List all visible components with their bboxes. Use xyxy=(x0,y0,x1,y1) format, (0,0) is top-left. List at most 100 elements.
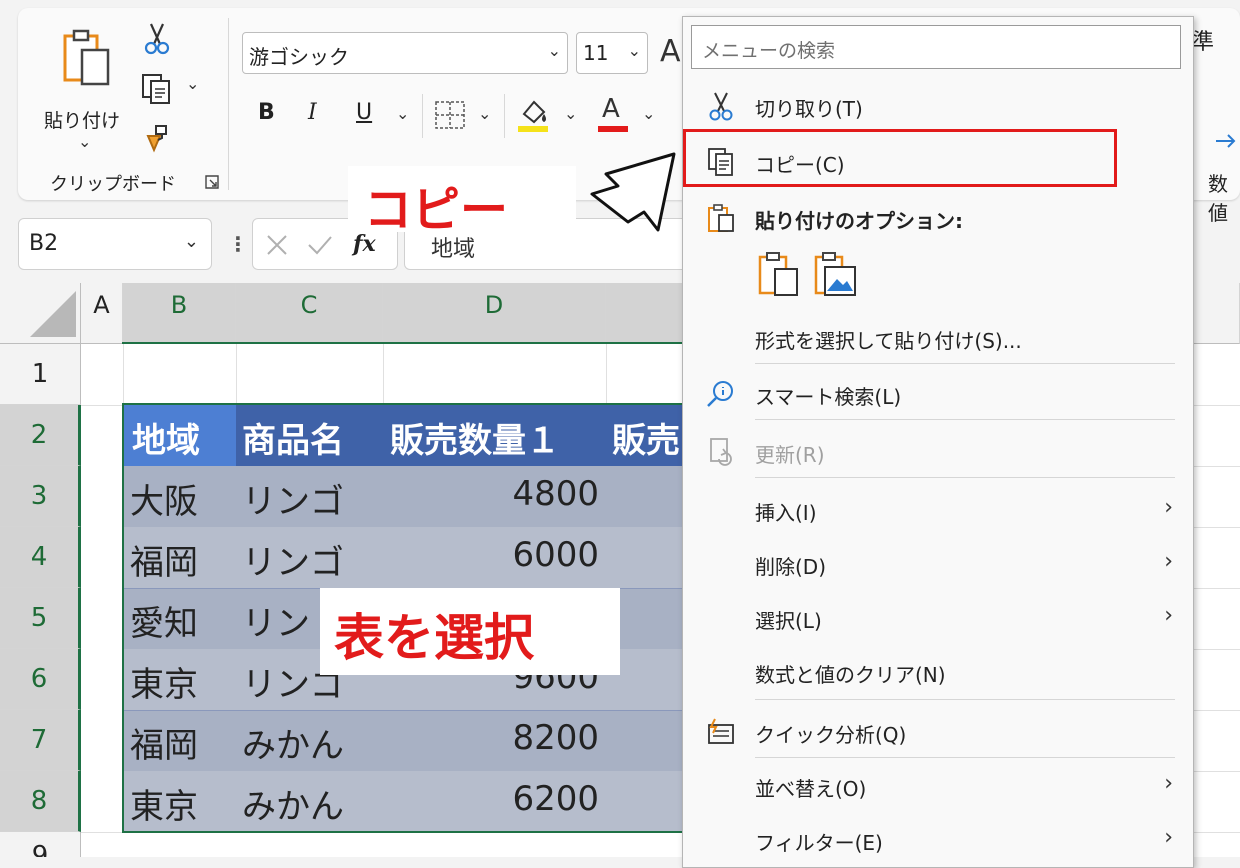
select-all-icon xyxy=(30,291,76,337)
refresh-icon xyxy=(710,438,732,466)
paste-options-icon xyxy=(708,204,734,232)
column-header-b[interactable]: B xyxy=(123,283,236,344)
fill-color-icon[interactable] xyxy=(516,96,550,134)
column-header-next[interactable] xyxy=(1192,283,1240,344)
column-header-c[interactable]: C xyxy=(236,283,383,344)
row-header-5[interactable]: 5 xyxy=(0,588,81,649)
copy-icon[interactable] xyxy=(140,72,174,106)
cell-product: リン xyxy=(242,604,310,644)
context-menu: メニューの検索 切り取り(T) コピー(C) 貼り付けのオプション: 形式を選択… xyxy=(682,16,1194,868)
font-size-value: 11 xyxy=(583,41,609,65)
copy-callout-text: コピー xyxy=(364,182,509,238)
cell-region: 東京 xyxy=(130,665,198,705)
paste-button-icon[interactable] xyxy=(757,251,801,297)
paste-chevron-icon[interactable]: ⌄ xyxy=(78,132,91,151)
menu-item-cut[interactable]: 切り取り(T) xyxy=(683,81,1193,129)
gridline xyxy=(1192,771,1240,772)
font-color-button[interactable]: A xyxy=(602,94,620,124)
menu-item-clear-contents[interactable]: 数式と値のクリア(N) xyxy=(683,647,1193,695)
fill-color-dropdown-icon[interactable]: ⌄ xyxy=(564,104,577,123)
borders-dropdown-icon[interactable]: ⌄ xyxy=(478,104,491,123)
header-cell-product: 商品名 xyxy=(242,421,344,461)
chevron-down-icon: ⌄ xyxy=(183,231,199,252)
header-cell-qty1: 販売数量１ xyxy=(390,421,560,461)
menu-item-label: 挿入(I) xyxy=(755,501,817,525)
copy-highlight-box xyxy=(683,129,1117,187)
row-header-4[interactable]: 4 xyxy=(0,527,81,588)
row-header-3[interactable]: 3 xyxy=(0,466,81,527)
paste-button[interactable]: 貼り付け ⌄ xyxy=(40,22,128,152)
gridline xyxy=(123,344,124,405)
more-options-icon[interactable]: ⋮ xyxy=(228,232,248,256)
menu-separator xyxy=(755,363,1175,364)
name-box[interactable]: B2 ⌄ xyxy=(18,218,212,270)
italic-button[interactable]: I xyxy=(308,100,317,125)
number-group-label: 数値 xyxy=(1208,172,1228,225)
font-size-select[interactable]: 11 ⌄ xyxy=(576,32,648,74)
cut-icon[interactable] xyxy=(142,22,172,56)
pointer-arrow-icon xyxy=(590,152,676,232)
borders-icon[interactable] xyxy=(434,100,466,130)
quick-analysis-icon xyxy=(708,718,734,744)
row-header-6[interactable]: 6 xyxy=(0,649,81,710)
row-header-8[interactable]: 8 xyxy=(0,771,81,832)
gridline xyxy=(236,344,237,405)
row-header-9[interactable]: 9 xyxy=(0,832,81,857)
menu-item-label: 並べ替え(O) xyxy=(755,777,867,801)
cancel-icon[interactable] xyxy=(265,233,289,257)
header-cell-region: 地域 xyxy=(132,421,200,461)
submenu-arrow-icon: › xyxy=(1164,549,1173,574)
bold-button[interactable]: B xyxy=(258,100,275,125)
column-header-d[interactable]: D xyxy=(383,283,606,344)
cell-product: リンゴ xyxy=(242,482,344,522)
gridline xyxy=(1192,649,1240,650)
cell-region: 東京 xyxy=(130,787,198,827)
gridline xyxy=(1192,710,1240,711)
copy-callout-box: コピー xyxy=(348,166,576,238)
submenu-arrow-icon: › xyxy=(1164,603,1173,628)
enter-icon[interactable] xyxy=(307,233,333,257)
cell-region: 福岡 xyxy=(130,543,198,583)
menu-search-input[interactable]: メニューの検索 xyxy=(691,25,1181,69)
band-row xyxy=(124,771,684,832)
menu-item-label: 選択(L) xyxy=(755,609,822,633)
row-header-2[interactable]: 2 xyxy=(0,405,81,466)
menu-item-paste-special[interactable]: 形式を選択して貼り付け(S)... xyxy=(683,313,1193,361)
menu-item-label: フィルター(E) xyxy=(755,831,883,855)
cell-qty: 6000 xyxy=(512,535,599,575)
select-callout-box: 表を選択 xyxy=(320,588,620,675)
copy-dropdown-icon[interactable]: ⌄ xyxy=(186,74,199,93)
menu-separator xyxy=(755,419,1175,420)
cell-product: みかん xyxy=(242,726,344,766)
grow-font-button[interactable]: A xyxy=(660,34,681,69)
number-format-fragment: 準 xyxy=(1192,30,1215,55)
menu-item-insert[interactable]: 挿入(I) › xyxy=(683,485,1193,533)
menu-item-smart-lookup[interactable]: スマート検索(L) xyxy=(683,369,1193,417)
menu-item-select[interactable]: 選択(L) › xyxy=(683,593,1193,641)
column-header-a[interactable]: A xyxy=(81,283,123,344)
font-color-dropdown-icon[interactable]: ⌄ xyxy=(642,104,655,123)
band-row xyxy=(124,527,684,588)
row-header-7[interactable]: 7 xyxy=(0,710,81,771)
menu-item-sort[interactable]: 並べ替え(O) › xyxy=(683,761,1193,809)
underline-dropdown-icon[interactable]: ⌄ xyxy=(396,104,409,123)
menu-separator xyxy=(755,699,1175,700)
menu-item-filter[interactable]: フィルター(E) › xyxy=(683,815,1193,863)
group-divider xyxy=(228,18,229,190)
menu-item-delete[interactable]: 削除(D) › xyxy=(683,539,1193,587)
row-header-1[interactable]: 1 xyxy=(0,344,81,405)
paste-picture-icon[interactable] xyxy=(813,251,859,297)
menu-item-quick-analysis[interactable]: クイック分析(Q) xyxy=(683,707,1193,755)
font-name-select[interactable]: 游ゴシック ⌄ xyxy=(242,32,568,74)
select-all-corner[interactable] xyxy=(0,283,81,344)
gridline xyxy=(606,344,607,405)
format-painter-icon[interactable] xyxy=(142,122,172,154)
cell-product: リンゴ xyxy=(242,543,344,583)
paste-label: 貼り付け xyxy=(44,110,121,132)
cell-qty: 4800 xyxy=(512,474,599,514)
cell-qty: 8200 xyxy=(512,718,599,758)
menu-item-label: 数式と値のクリア(N) xyxy=(755,663,946,687)
dialog-launcher-icon[interactable] xyxy=(204,174,220,190)
underline-button[interactable]: U xyxy=(356,100,372,125)
menu-item-label: 切り取り(T) xyxy=(755,97,863,121)
